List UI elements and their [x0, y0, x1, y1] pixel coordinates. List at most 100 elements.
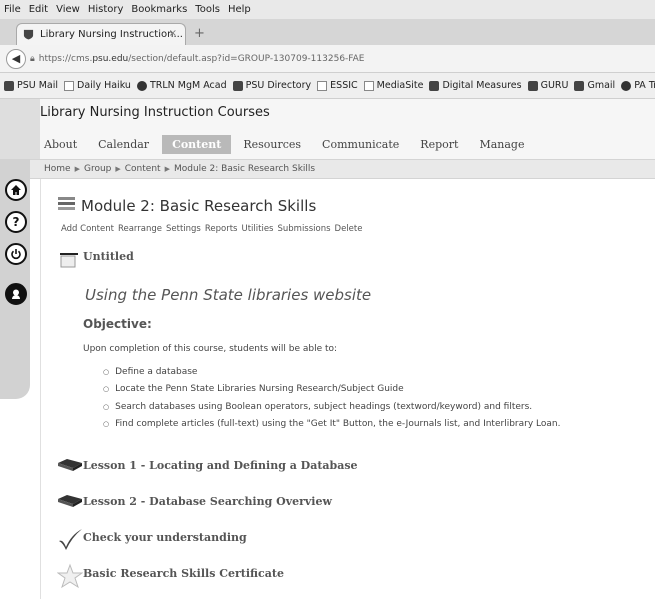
menu-history[interactable]: History — [88, 4, 124, 15]
bookmark-label: ESSIC — [330, 80, 358, 91]
page-icon — [64, 80, 75, 91]
checkmark-icon — [59, 529, 82, 550]
certificate-link[interactable]: Basic Research Skills Certificate — [83, 567, 284, 580]
module-title: Module 2: Basic Research Skills — [81, 197, 317, 215]
browser-menubar: File Edit View History Bookmarks Tools H… — [0, 0, 655, 19]
star-icon — [57, 563, 83, 589]
web-page: Library Nursing Instruction Courses Abou… — [0, 99, 655, 599]
power-button[interactable] — [5, 243, 27, 265]
action-add-content[interactable]: Add Content — [61, 224, 114, 234]
bookmark-daily-haiku[interactable]: Daily Haiku — [64, 80, 131, 91]
nav-manage[interactable]: Manage — [479, 135, 524, 154]
list-item: Find complete articles (full-text) using… — [103, 416, 560, 434]
menu-help[interactable]: Help — [228, 4, 251, 15]
bookmark-gmail[interactable]: Gmail — [574, 80, 615, 91]
nav-communicate[interactable]: Communicate — [322, 135, 399, 154]
psu-logo-icon — [23, 29, 34, 40]
bookmark-label: TRLN MgM Acad — [149, 80, 227, 91]
content-heading: Using the Penn State libraries website — [85, 286, 372, 304]
psu-logo-icon — [4, 80, 14, 91]
document-icon — [60, 253, 78, 268]
action-utilities[interactable]: Utilities — [241, 224, 273, 234]
objectives-list: Define a database Locate the Penn State … — [103, 363, 560, 433]
lesson-2-link[interactable]: Lesson 2 - Database Searching Overview — [83, 495, 332, 508]
action-settings[interactable]: Settings — [166, 224, 201, 234]
bookmark-digital-measures[interactable]: Digital Measures — [429, 80, 522, 91]
menu-tools[interactable]: Tools — [195, 4, 220, 15]
bookmark-pa-traffic[interactable]: PA Traffic — [621, 80, 655, 91]
lesson-1-link[interactable]: Lesson 1 - Locating and Defining a Datab… — [83, 459, 358, 472]
user-icon — [12, 289, 20, 299]
breadcrumb-separator-icon: ▶ — [164, 165, 170, 173]
breadcrumb: Home ▶ Group ▶ Content ▶ Module 2: Basic… — [30, 159, 655, 179]
site-title: Library Nursing Instruction Courses — [40, 105, 270, 120]
power-icon — [11, 249, 21, 260]
action-reports[interactable]: Reports — [205, 224, 238, 234]
untitled-item[interactable]: Untitled — [83, 250, 134, 263]
nav-calendar[interactable]: Calendar — [98, 135, 149, 154]
header-corner — [0, 99, 40, 159]
bookmark-label: MediaSite — [376, 80, 424, 91]
bookmark-guru[interactable]: GURU — [527, 80, 569, 91]
back-button[interactable]: ◀ — [6, 48, 26, 69]
url-domain: psu.edu — [92, 53, 129, 64]
tab-strip: Library Nursing Instruction... × + — [0, 19, 655, 45]
menu-bookmarks[interactable]: Bookmarks — [131, 4, 187, 15]
objective-label: Objective: — [83, 317, 152, 331]
list-item: Define a database — [103, 363, 560, 381]
home-icon — [11, 185, 21, 195]
traffic-icon — [621, 80, 632, 91]
stacked-books-icon — [58, 197, 75, 210]
bookmark-label: GURU — [540, 80, 569, 91]
psu-logo-icon — [232, 80, 243, 91]
bookmark-trln[interactable]: TRLN MgM Acad — [136, 80, 227, 91]
bookmark-psu-directory[interactable]: PSU Directory — [232, 80, 312, 91]
back-arrow-icon: ◀ — [11, 52, 21, 65]
page-icon — [363, 80, 374, 91]
nav-resources[interactable]: Resources — [243, 135, 301, 154]
psu-logo-icon — [527, 80, 538, 91]
site-header: Library Nursing Instruction Courses Abou… — [0, 99, 655, 159]
breadcrumb-separator-icon: ▶ — [115, 165, 121, 173]
tab-close-icon[interactable]: × — [169, 28, 177, 39]
menu-edit[interactable]: Edit — [29, 4, 48, 15]
action-delete[interactable]: Delete — [335, 224, 363, 234]
browser-tab[interactable]: Library Nursing Instruction... × — [16, 23, 186, 45]
book-icon — [58, 495, 82, 507]
page-icon — [317, 80, 328, 91]
breadcrumb-content[interactable]: Content — [125, 164, 161, 174]
tab-title: Library Nursing Instruction... — [40, 29, 183, 40]
side-toolbar: ? — [0, 159, 30, 399]
action-submissions[interactable]: Submissions — [277, 224, 330, 234]
url-path: /section/default.asp?id=GROUP-130709-113… — [128, 53, 365, 64]
nav-report[interactable]: Report — [420, 135, 458, 154]
check-understanding-link[interactable]: Check your understanding — [83, 531, 247, 544]
help-button[interactable]: ? — [5, 211, 27, 233]
bookmark-psu-mail[interactable]: PSU Mail — [4, 80, 58, 91]
nav-about[interactable]: About — [44, 135, 77, 154]
lock-icon: 🔒︎ — [30, 53, 35, 64]
address-bar[interactable]: 🔒︎ https://cms. psu.edu/section/default.a… — [30, 49, 364, 69]
breadcrumb-group[interactable]: Group — [84, 164, 111, 174]
menu-file[interactable]: File — [4, 4, 21, 15]
home-button[interactable] — [5, 179, 27, 201]
user-profile-button[interactable] — [5, 283, 27, 305]
action-rearrange[interactable]: Rearrange — [118, 224, 162, 234]
new-tab-button[interactable]: + — [194, 26, 205, 41]
nav-content[interactable]: Content — [162, 134, 232, 154]
bookmarks-bar: PSU Mail Daily Haiku TRLN MgM Acad PSU D… — [0, 73, 655, 99]
bookmark-mediasite[interactable]: MediaSite — [363, 80, 424, 91]
url-prefix: https://cms. — [38, 53, 93, 64]
main-nav: About Calendar Content Resources Communi… — [44, 133, 545, 155]
bookmark-essic[interactable]: ESSIC — [317, 80, 358, 91]
bookmark-label: PSU Directory — [245, 80, 312, 91]
bookmark-label: Digital Measures — [442, 80, 522, 91]
bookmark-label: Daily Haiku — [77, 80, 131, 91]
breadcrumb-home[interactable]: Home — [44, 164, 71, 174]
bookmark-label: PSU Mail — [17, 80, 59, 91]
list-item: Search databases using Boolean operators… — [103, 398, 560, 416]
gmail-icon — [574, 80, 585, 91]
menu-view[interactable]: View — [56, 4, 80, 15]
breadcrumb-separator-icon: ▶ — [74, 165, 80, 173]
module-actions: Add Content Rearrange Settings Reports U… — [61, 224, 366, 234]
